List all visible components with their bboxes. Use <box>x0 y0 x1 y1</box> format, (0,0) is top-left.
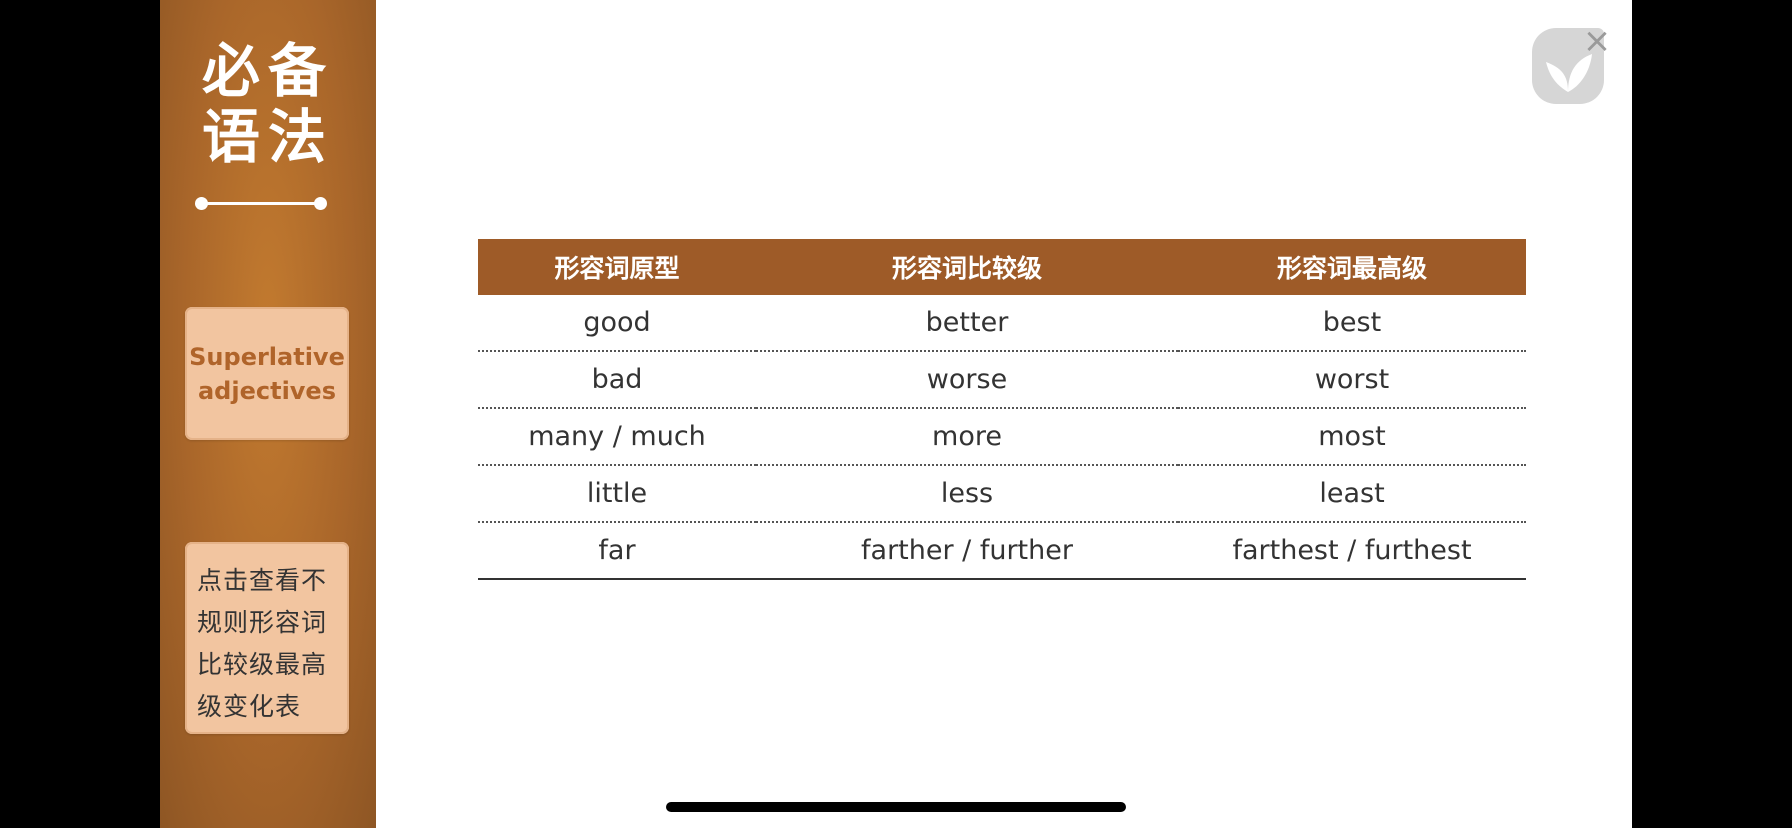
table-cell-comparative: better <box>756 295 1178 352</box>
header-superlative: 形容词最高级 <box>1178 239 1526 295</box>
table-row: bad worse worst <box>478 351 1526 409</box>
table-cell-positive: good <box>478 295 756 352</box>
superlative-adjectives-button[interactable]: Superlative adjectives <box>185 307 349 440</box>
table-cell-comparative: worse <box>756 351 1178 409</box>
table-cell-superlative: worst <box>1178 351 1526 409</box>
sidebar: 必备 语法 Superlative adjectives 点击查看不规则形容词比… <box>160 0 376 828</box>
close-icon[interactable]: × <box>1582 24 1612 58</box>
table-cell-superlative: farthest / furthest <box>1178 522 1526 580</box>
table-cell-superlative: least <box>1178 465 1526 523</box>
table-cell-positive: little <box>478 465 756 523</box>
title-divider <box>195 197 327 210</box>
superlative-button-line1: Superlative <box>189 342 345 371</box>
table-cell-comparative: farther / further <box>756 522 1178 580</box>
table-cell-positive: many / much <box>478 408 756 466</box>
table-row: good better best <box>478 295 1526 352</box>
content-panel: × 形容词原型 形容词比较级 形容词最高级 good better best b… <box>376 0 1632 828</box>
sidebar-title: 必备 语法 <box>160 38 376 170</box>
table-header-row: 形容词原型 形容词比较级 形容词最高级 <box>478 239 1526 295</box>
table-cell-comparative: less <box>756 465 1178 523</box>
table-cell-comparative: more <box>756 408 1178 466</box>
table-row: far farther / further farthest / furthes… <box>478 522 1526 580</box>
header-comparative: 形容词比较级 <box>756 239 1178 295</box>
table-cell-superlative: most <box>1178 408 1526 466</box>
table-cell-superlative: best <box>1178 295 1526 352</box>
irregular-adjectives-table-button[interactable]: 点击查看不规则形容词比较级最高级变化表 <box>185 542 349 734</box>
superlative-button-line2: adjectives <box>197 376 336 405</box>
table-cell-positive: far <box>478 522 756 580</box>
table-row: little less least <box>478 465 1526 523</box>
sidebar-title-line2: 语法 <box>201 103 334 171</box>
irregular-button-label: 点击查看不规则形容词比较级最高级变化表 <box>197 566 328 721</box>
grammar-table: 形容词原型 形容词比较级 形容词最高级 good better best bad… <box>478 239 1526 580</box>
table-cell-positive: bad <box>478 351 756 409</box>
home-indicator[interactable] <box>666 802 1126 812</box>
table-row: many / much more most <box>478 408 1526 466</box>
sidebar-title-line1: 必备 <box>201 37 334 105</box>
header-positive: 形容词原型 <box>478 239 756 295</box>
